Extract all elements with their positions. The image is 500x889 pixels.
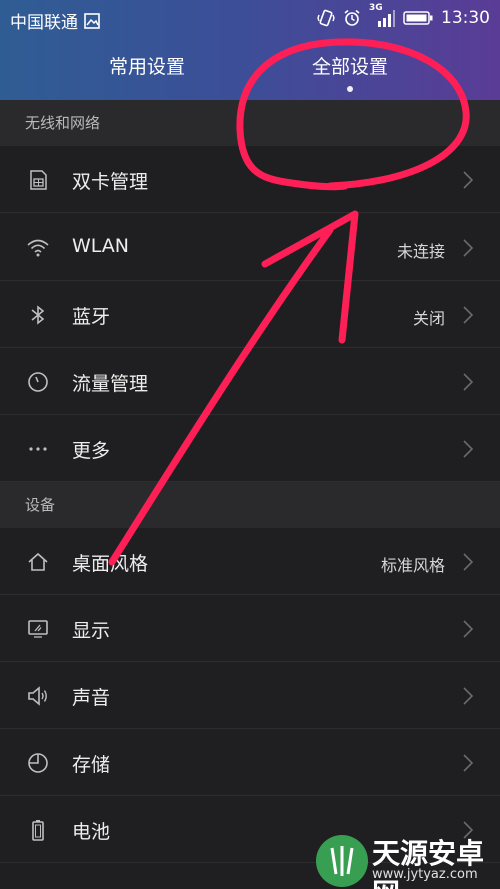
settings-row-sound[interactable]: 声音	[0, 662, 500, 729]
row-value: 标准风格	[380, 556, 445, 575]
row-value: 未连接	[396, 242, 445, 261]
settings-row-home-style[interactable]: 桌面风格 标准风格	[0, 528, 500, 595]
alarm-icon	[344, 9, 360, 26]
settings-row-storage[interactable]: 存储	[0, 729, 500, 796]
chevron-right-icon	[463, 620, 474, 638]
chevron-right-icon	[463, 306, 474, 324]
battery-status-icon	[403, 11, 433, 25]
chevron-right-icon	[463, 373, 474, 391]
settings-row-more[interactable]: 更多	[0, 415, 500, 482]
clock-label: 13:30	[441, 8, 490, 28]
chevron-right-icon	[463, 687, 474, 705]
app-manager-icon	[26, 885, 50, 889]
section-header-device: 设备	[0, 482, 500, 528]
row-label: 电池	[72, 821, 111, 843]
battery-icon	[32, 820, 44, 841]
chevron-right-icon	[463, 440, 474, 458]
home-icon	[28, 552, 48, 571]
row-label: 桌面风格	[72, 553, 149, 575]
tab-common-settings[interactable]: 常用设置	[109, 52, 185, 79]
section-header-wireless: 无线和网络	[0, 100, 500, 146]
row-label: 声音	[72, 687, 111, 709]
display-icon	[28, 620, 48, 638]
data-usage-icon	[28, 372, 48, 392]
row-label: 流量管理	[72, 373, 149, 395]
row-label: 双卡管理	[72, 171, 149, 193]
row-label: 显示	[72, 620, 111, 642]
row-label: 存储	[72, 754, 111, 776]
row-label: 更多	[72, 440, 111, 462]
carrier-label: 中国联通	[10, 13, 78, 33]
settings-row-bluetooth[interactable]: 蓝牙 关闭	[0, 281, 500, 348]
vibrate-icon	[317, 9, 335, 27]
watermark-url: www.jytyaz.com	[372, 867, 478, 882]
image-icon	[84, 12, 100, 29]
settings-row-display[interactable]: 显示	[0, 595, 500, 662]
tab-bar: 常用设置 全部设置	[0, 52, 500, 92]
chevron-right-icon	[463, 171, 474, 189]
settings-row-dual-sim[interactable]: 双卡管理	[0, 146, 500, 213]
speaker-icon	[28, 686, 47, 706]
tab-all-settings[interactable]: 全部设置	[312, 52, 388, 79]
header: 中国联通 3G 13:30 常用设置 全部设置	[0, 0, 500, 100]
settings-row-wlan[interactable]: WLAN 未连接	[0, 214, 500, 281]
row-label: WLAN	[72, 235, 130, 257]
row-label: 蓝牙	[72, 306, 111, 328]
tab-selected-indicator	[347, 86, 353, 92]
chevron-right-icon	[463, 754, 474, 772]
bluetooth-icon	[31, 305, 45, 325]
more-icon	[29, 447, 47, 451]
wifi-icon	[27, 239, 49, 257]
chevron-right-icon	[463, 239, 474, 257]
signal-icon	[378, 10, 395, 27]
status-bar: 中国联通 3G 13:30	[0, 0, 500, 36]
storage-icon	[28, 753, 48, 773]
sim-card-icon	[30, 170, 47, 190]
chevron-right-icon	[463, 553, 474, 571]
row-value: 关闭	[412, 309, 445, 328]
settings-row-data-usage[interactable]: 流量管理	[0, 348, 500, 415]
